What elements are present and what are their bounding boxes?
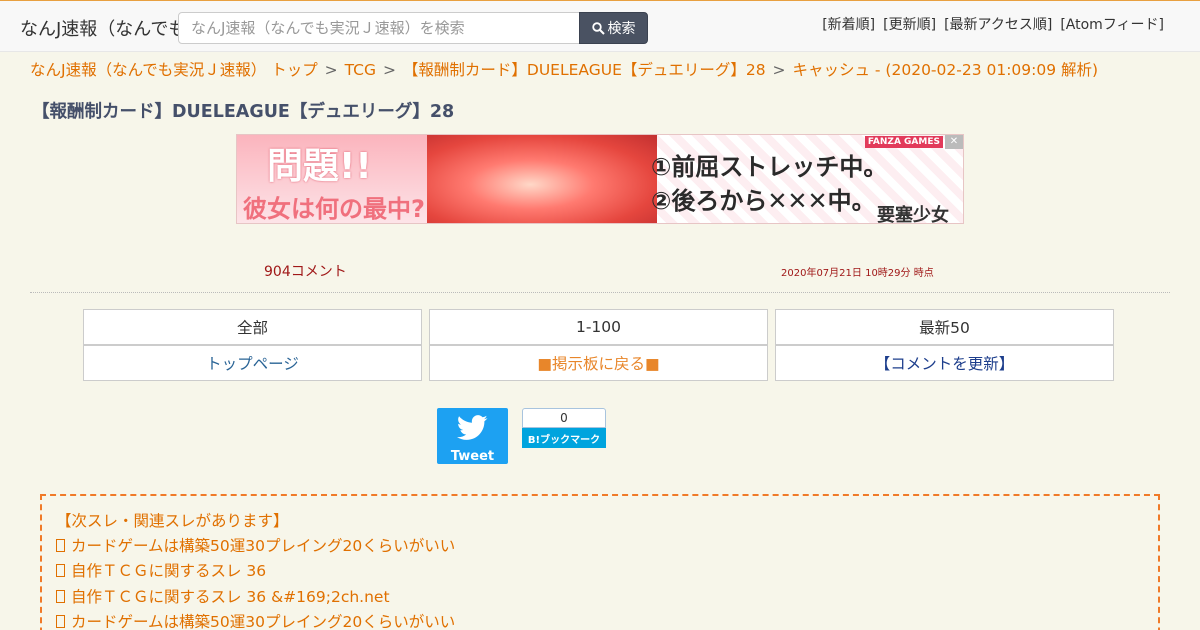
- search-button[interactable]: 検索: [579, 12, 648, 44]
- hatena-bookmark-count: 0: [522, 408, 606, 428]
- banner-subtitle: 彼女は何の最中?: [243, 195, 425, 223]
- banner-brand: FANZA GAMES: [864, 136, 943, 148]
- nav-newest[interactable]: [新着順]: [822, 14, 875, 34]
- search-button-label: 検索: [607, 21, 636, 37]
- comment-count: 904コメント: [264, 264, 347, 280]
- nav-links: [新着順] [更新順] [最新アクセス順] [Atomフィード]: [822, 14, 1164, 34]
- banner-logo: 要塞少女: [877, 205, 949, 224]
- tweet-button[interactable]: Tweet: [437, 408, 508, 464]
- navigation-button-grid: 全部 1-100 最新50 トップページ ■掲示板に戻る■ 【コメントを更新】: [83, 309, 1114, 381]
- twitter-bird-icon: [457, 415, 488, 440]
- banner-line-1: ①前屈ストレッチ中。: [651, 153, 888, 181]
- top-navbar: なんJ速報（なんでも実況Ｊ速報） 検索 [新着順] [更新順] [最新アクセス順…: [0, 0, 1200, 52]
- checkbox-icon: [56, 539, 65, 552]
- banner-headline: 問題!!: [267, 146, 372, 187]
- nav-recent-access[interactable]: [最新アクセス順]: [944, 14, 1052, 34]
- checkbox-icon: [56, 589, 65, 603]
- latest-50-button[interactable]: 最新50: [775, 309, 1114, 345]
- related-threads-box: 【次スレ・関連スレがあります】 カードゲームは構築50運30プレイング20くらい…: [40, 494, 1160, 630]
- range-1-100-button[interactable]: 1-100: [429, 309, 768, 345]
- banner-line-2: ②後ろから✕✕✕中。: [651, 187, 876, 215]
- banner-character-image: [427, 135, 657, 223]
- breadcrumb-category[interactable]: TCG: [345, 61, 376, 79]
- search-icon: [591, 21, 605, 35]
- related-thread-link[interactable]: カードゲームは構築50運30プレイング20くらいがいい: [71, 613, 455, 630]
- ad-banner[interactable]: 問題!! 彼女は何の最中? ①前屈ストレッチ中。 ②後ろから✕✕✕中。 FANZ…: [236, 134, 964, 224]
- banner-right-panel: ①前屈ストレッチ中。 ②後ろから✕✕✕中。 FANZA GAMES 要塞少女: [651, 135, 963, 224]
- show-all-button[interactable]: 全部: [83, 309, 422, 345]
- banner-left-panel: 問題!! 彼女は何の最中?: [237, 135, 427, 223]
- refresh-comments-button[interactable]: 【コメントを更新】: [775, 345, 1114, 381]
- related-threads-title: 【次スレ・関連スレがあります】: [56, 512, 289, 530]
- nav-updated[interactable]: [更新順]: [883, 14, 936, 34]
- breadcrumb-separator: >: [772, 61, 786, 79]
- divider: [30, 292, 1170, 293]
- site-title[interactable]: なんJ速報（なんでも実況Ｊ速報）: [20, 15, 180, 41]
- breadcrumb: なんJ速報（なんでも実況Ｊ速報） トップ > TCG > 【報酬制カード】DUE…: [30, 58, 1098, 80]
- breadcrumb-home[interactable]: なんJ速報（なんでも実況Ｊ速報） トップ: [30, 61, 318, 79]
- breadcrumb-separator: >: [324, 61, 338, 79]
- back-to-board-button[interactable]: ■掲示板に戻る■: [429, 345, 768, 381]
- tweet-label: Tweet: [450, 449, 495, 464]
- related-thread-link[interactable]: 自作ＴＣＧに関するスレ 36 &#169;2ch.net: [71, 588, 390, 606]
- snapshot-timestamp: 2020年07月21日 10時29分 時点: [781, 268, 934, 279]
- breadcrumb-cache[interactable]: キャッシュ - (2020-02-23 01:09:09 解析): [792, 61, 1098, 79]
- checkbox-icon: [56, 614, 65, 628]
- breadcrumb-separator: >: [382, 61, 396, 79]
- top-page-button[interactable]: トップページ: [83, 345, 422, 381]
- list-item[interactable]: 自作ＴＣＧに関するスレ 36: [56, 559, 1158, 584]
- nav-atom-feed[interactable]: [Atomフィード]: [1060, 14, 1164, 34]
- close-icon[interactable]: ✕: [945, 135, 963, 149]
- related-thread-link[interactable]: カードゲームは構築50運30プレイング20くらいがいい: [71, 537, 455, 555]
- list-item[interactable]: カードゲームは構築50運30プレイング20くらいがいい: [56, 610, 1158, 630]
- checkbox-icon: [56, 564, 65, 578]
- related-thread-link[interactable]: 自作ＴＣＧに関するスレ 36: [71, 562, 266, 580]
- search-input[interactable]: [178, 12, 580, 44]
- page-title: 【報酬制カード】DUELEAGUE【デュエリーグ】28: [32, 102, 455, 122]
- hatena-bookmark-button[interactable]: B!ブックマーク: [522, 428, 606, 448]
- list-item[interactable]: カードゲームは構築50運30プレイング20くらいがいい: [56, 534, 1158, 559]
- breadcrumb-thread[interactable]: 【報酬制カード】DUELEAGUE【デュエリーグ】28: [403, 61, 766, 79]
- list-item[interactable]: 自作ＴＣＧに関するスレ 36 &#169;2ch.net: [56, 585, 1158, 610]
